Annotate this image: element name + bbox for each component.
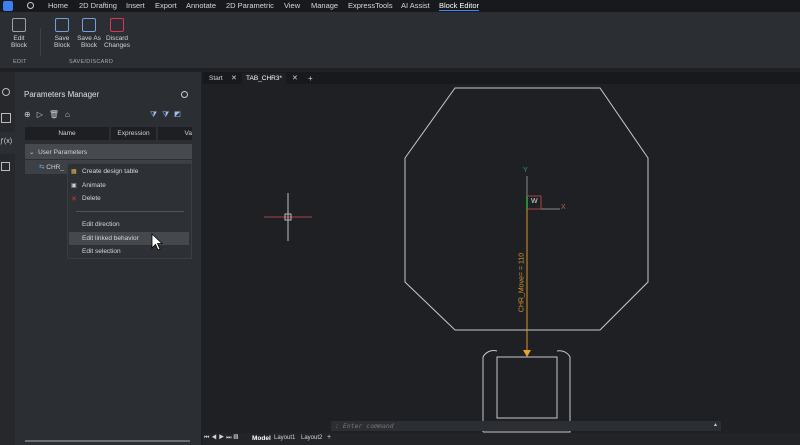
layout-tabs-bar: ⏮◀▶⏭▤ Model Layout1 Layout2 +	[203, 433, 800, 445]
inner-square	[496, 356, 558, 419]
tab-model[interactable]: Model	[252, 435, 271, 442]
axis-y-label: Y	[523, 167, 528, 174]
ucs-w-label: W	[531, 198, 538, 205]
command-input[interactable]: : Enter command	[331, 421, 721, 431]
axis-x-label: X	[561, 204, 566, 211]
tab-layout2[interactable]: Layout2	[301, 435, 322, 441]
dimension-label[interactable]: CHR_Move= = 110	[519, 243, 526, 323]
drawing	[264, 87, 649, 433]
crosshair-cursor	[264, 193, 312, 241]
arrow-icon	[523, 350, 531, 357]
command-placeholder: : Enter command	[335, 422, 394, 430]
tab-nav-icons[interactable]: ⏮◀▶⏭▤	[204, 435, 240, 442]
tab-layout1[interactable]: Layout1	[274, 435, 295, 441]
expand-icon[interactable]: ▲	[713, 422, 718, 428]
add-layout-button[interactable]: +	[327, 434, 331, 441]
